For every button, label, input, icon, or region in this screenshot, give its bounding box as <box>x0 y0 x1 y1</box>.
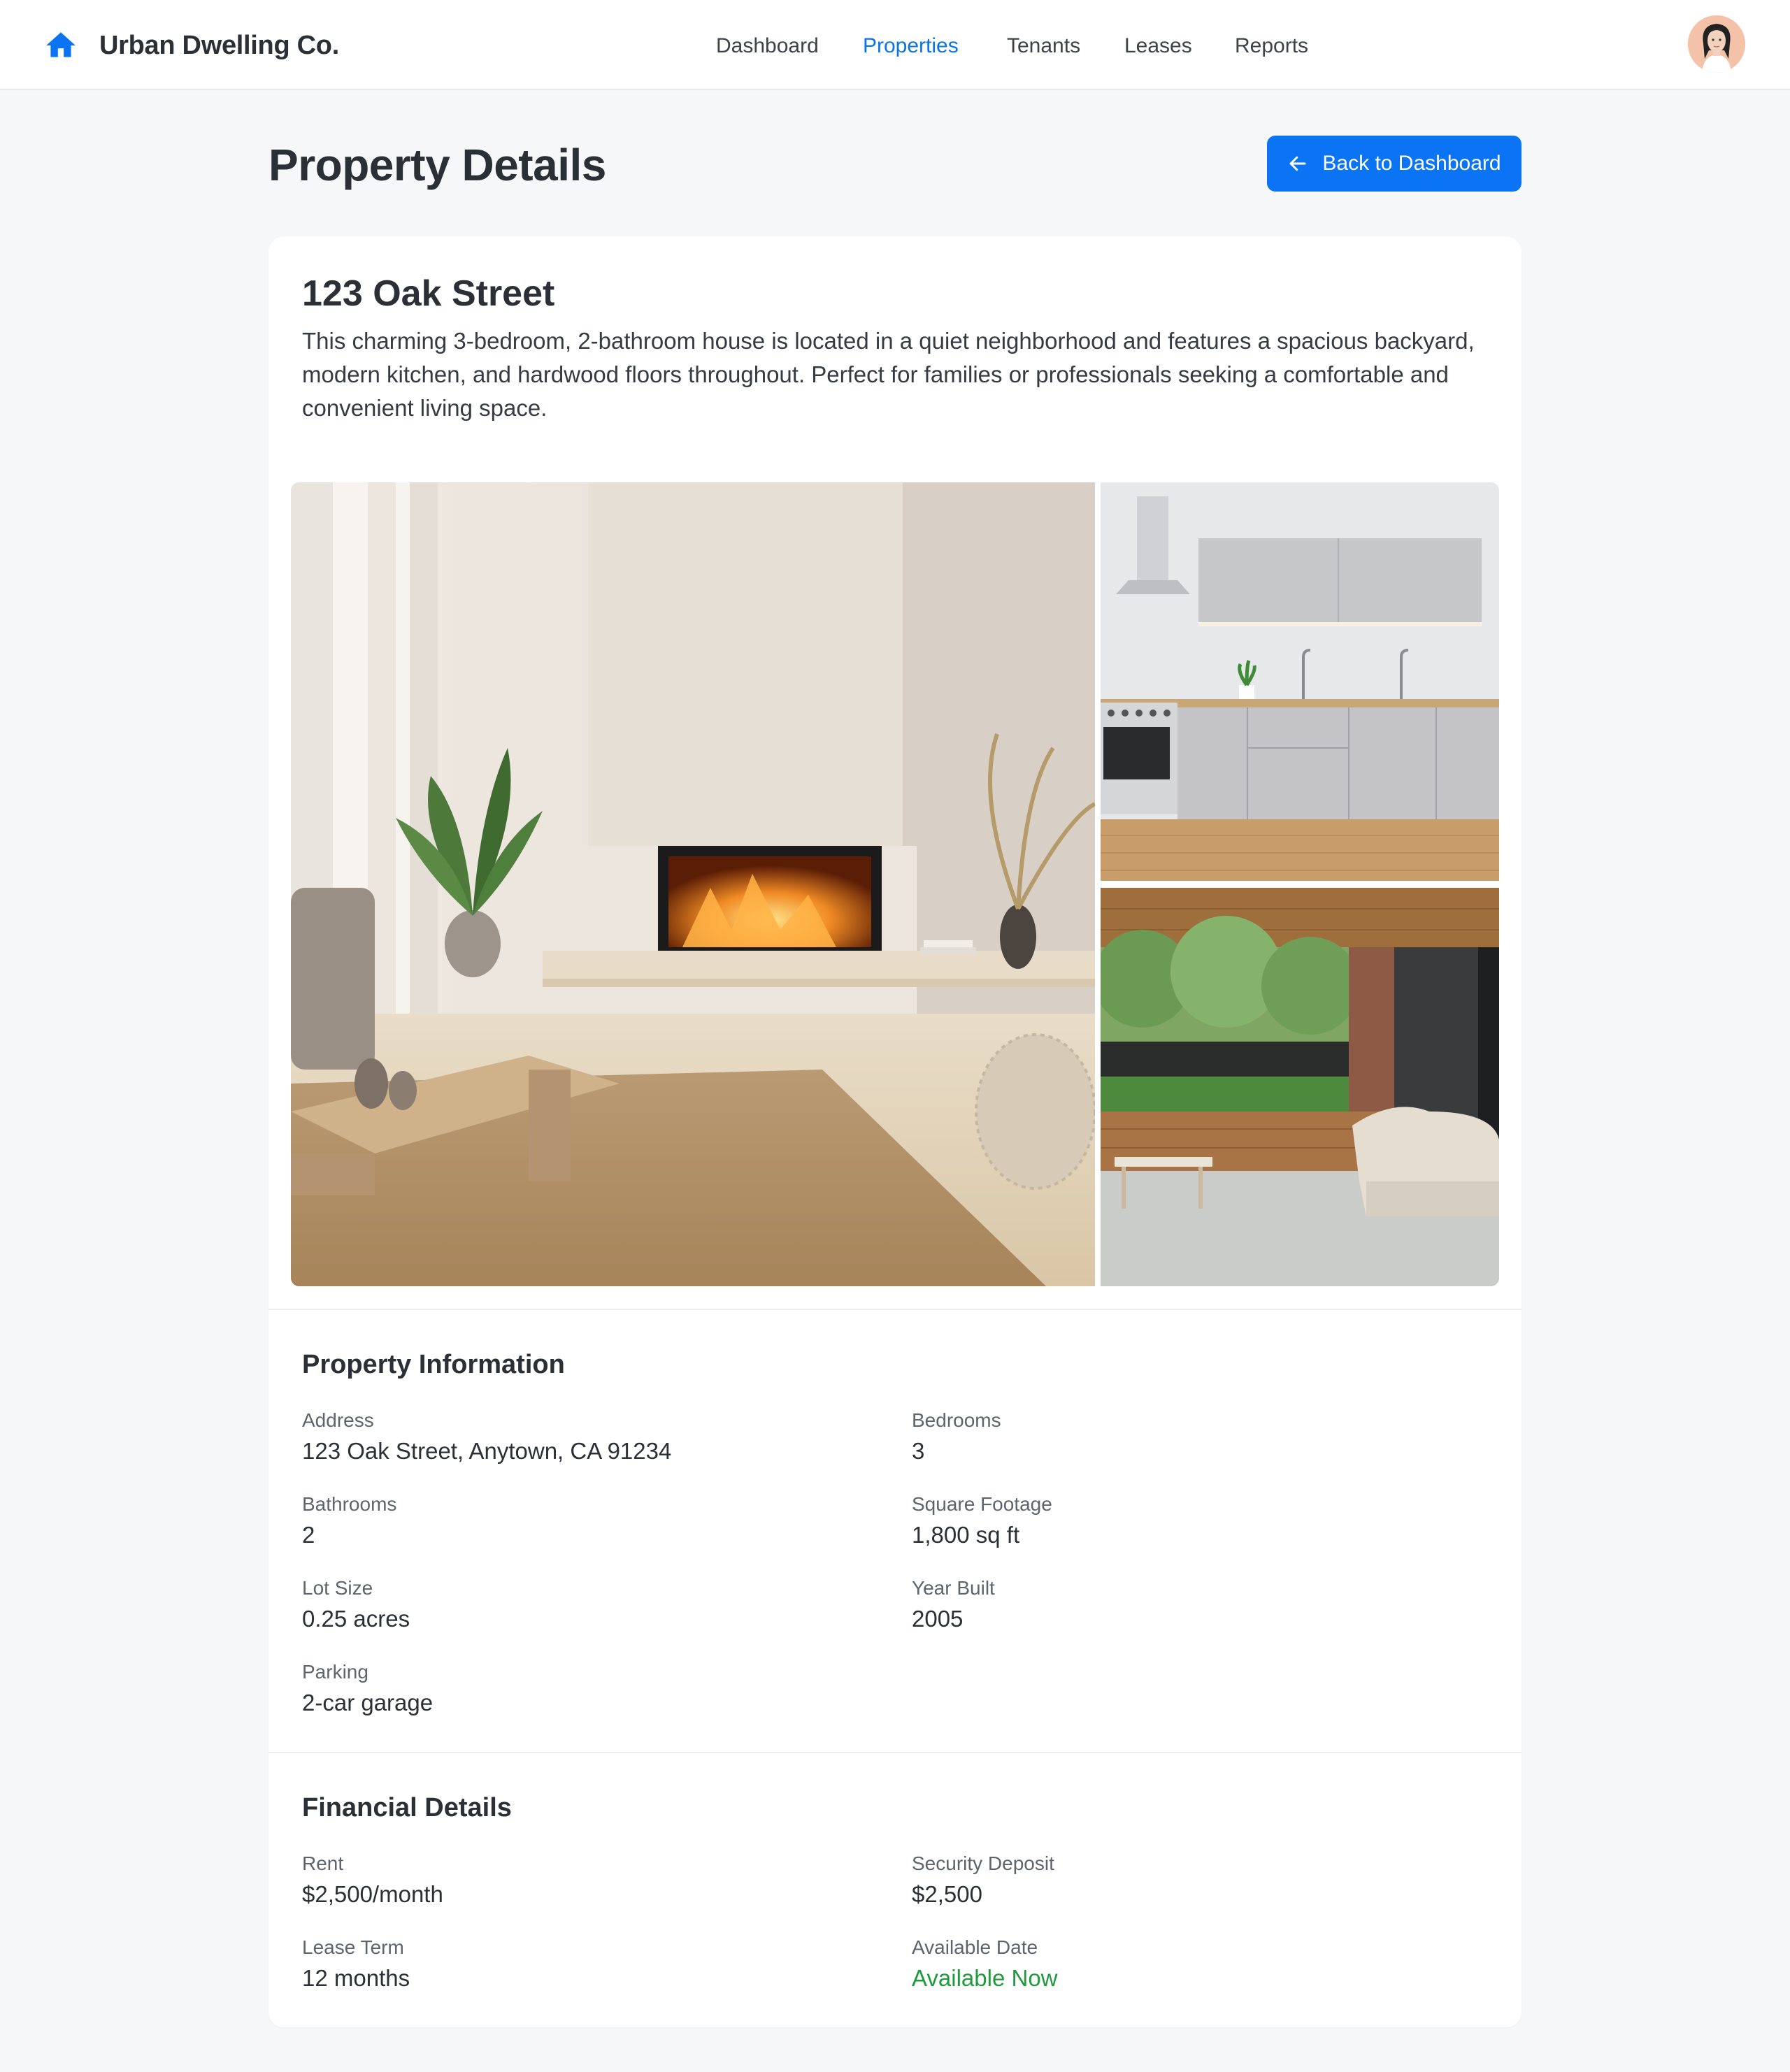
field-lease-term: Lease Term 12 months <box>302 1935 410 1994</box>
nav-properties[interactable]: Properties <box>863 31 959 62</box>
field-parking: Parking 2-car garage <box>302 1660 433 1718</box>
field-value: 0.25 acres <box>302 1606 410 1632</box>
field-value: 1,800 sq ft <box>912 1522 1020 1548</box>
nav-leases[interactable]: Leases <box>1124 31 1192 62</box>
property-card: 123 Oak Street This charming 3-bedroom, … <box>268 236 1522 2027</box>
arrow-left-icon <box>1289 156 1306 171</box>
property-description: This charming 3-bedroom, 2-bathroom hous… <box>302 328 1475 421</box>
kitchen-photo[interactable] <box>1101 482 1499 881</box>
financial-details-title: Financial Details <box>302 1793 512 1822</box>
field-bathrooms: Bathrooms 2 <box>302 1492 396 1551</box>
back-button-label: Back to Dashboard <box>1322 152 1501 175</box>
field-value: 123 Oak Street, Anytown, CA 91234 <box>302 1438 672 1464</box>
field-label: Year Built <box>912 1577 995 1599</box>
field-label: Bathrooms <box>302 1493 397 1515</box>
top-navbar: Urban Dwelling Co. Dashboard Properties … <box>0 0 1790 90</box>
field-value: 12 months <box>302 1965 410 1991</box>
field-rent: Rent $2,500/month <box>302 1851 443 1910</box>
field-year-built: Year Built 2005 <box>912 1576 995 1634</box>
field-available-date: Available Date Available Now <box>912 1935 1058 1994</box>
divider-1 <box>268 1309 1522 1310</box>
field-value: $2,500 <box>912 1881 982 1907</box>
field-label: Security Deposit <box>912 1852 1054 1874</box>
field-value: 3 <box>912 1438 925 1464</box>
field-value: $2,500/month <box>302 1881 443 1907</box>
property-info-title: Property Information <box>302 1350 565 1379</box>
nav-tenants[interactable]: Tenants <box>1007 31 1080 62</box>
field-label: Square Footage <box>912 1493 1052 1515</box>
field-square-footage: Square Footage 1,800 sq ft <box>912 1492 1052 1551</box>
field-lot-size: Lot Size 0.25 acres <box>302 1576 410 1634</box>
nav-reports[interactable]: Reports <box>1235 31 1308 62</box>
property-name: 123 Oak Street <box>302 273 555 314</box>
divider-2 <box>268 1752 1522 1753</box>
field-value: 2-car garage <box>302 1690 434 1715</box>
photo-gallery <box>291 482 1499 1286</box>
patio-photo[interactable] <box>1101 888 1499 1286</box>
page-title: Property Details <box>268 140 606 190</box>
field-label: Available Date <box>912 1936 1038 1958</box>
field-label: Bedrooms <box>912 1409 1001 1431</box>
availability-status: Available Now <box>912 1965 1058 1991</box>
field-label: Lot Size <box>302 1577 373 1599</box>
field-value: 2005 <box>912 1606 964 1632</box>
field-value: 2 <box>302 1522 315 1548</box>
field-label: Lease Term <box>302 1936 404 1958</box>
field-label: Address <box>302 1409 374 1431</box>
field-bedrooms: Bedrooms 3 <box>912 1408 1001 1467</box>
main-nav: Dashboard Properties Tenants Leases Repo… <box>0 31 1790 62</box>
living-room-photo[interactable] <box>291 482 1095 1286</box>
field-label: Parking <box>302 1661 368 1683</box>
nav-dashboard[interactable]: Dashboard <box>716 31 819 62</box>
back-to-dashboard-button[interactable]: Back to Dashboard <box>1267 136 1522 192</box>
field-label: Rent <box>302 1852 344 1874</box>
field-address: Address 123 Oak Street, Anytown, CA 9123… <box>302 1408 671 1467</box>
field-security-deposit: Security Deposit $2,500 <box>912 1851 1054 1910</box>
user-avatar[interactable] <box>1688 15 1745 73</box>
